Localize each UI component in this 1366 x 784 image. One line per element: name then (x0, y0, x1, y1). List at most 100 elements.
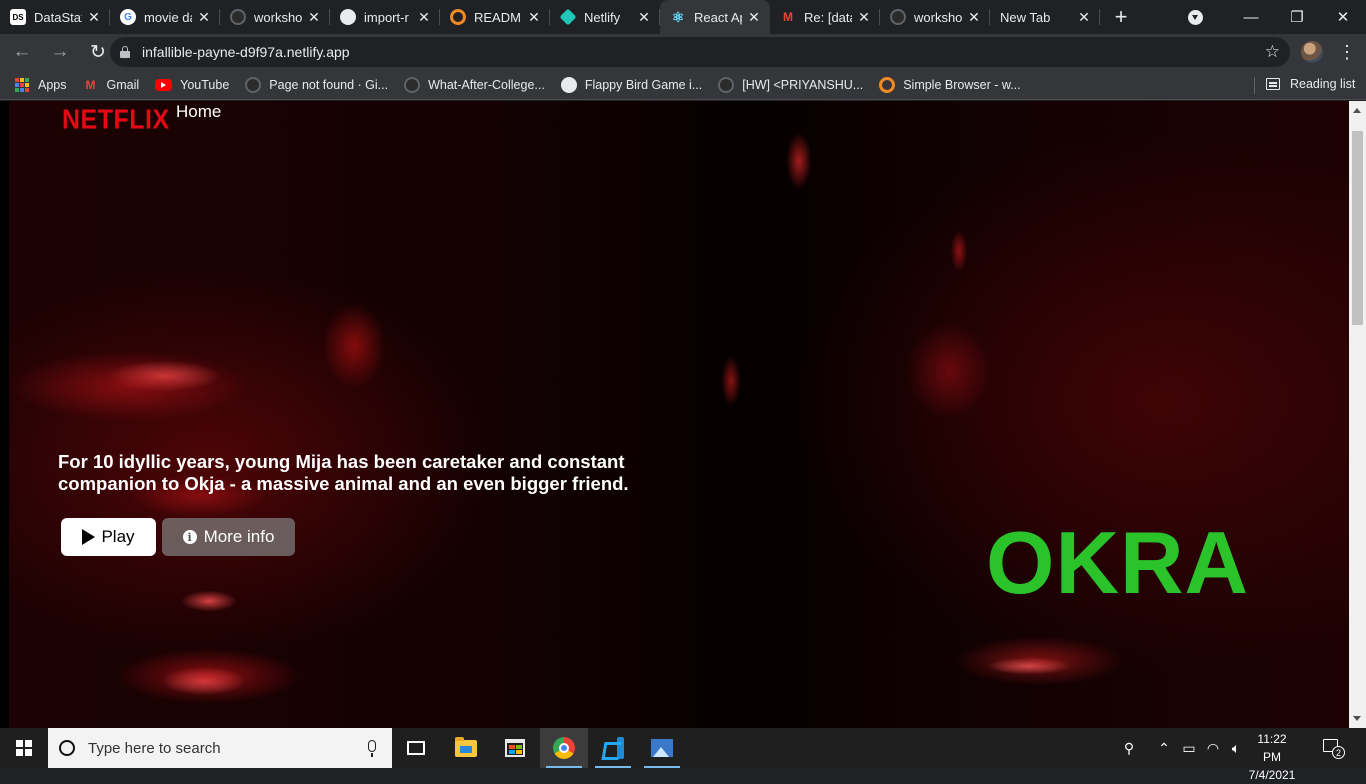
file-explorer-button[interactable] (442, 728, 490, 768)
scroll-thumb[interactable] (1352, 131, 1363, 325)
tab-2[interactable]: Gmovie da ✕ (110, 0, 220, 34)
bookmark-4[interactable]: Page not found · Gi... (237, 71, 396, 99)
tab-title: React Ap (694, 9, 742, 25)
tab-close-icon[interactable]: ✕ (86, 9, 102, 25)
start-button[interactable] (0, 728, 48, 768)
react-icon: ⚛ (671, 8, 685, 25)
volume-icon[interactable]: 🔈︎ (1225, 728, 1247, 768)
minimize-button[interactable]: — (1228, 0, 1274, 34)
google-icon: G (120, 9, 136, 25)
tab-close-icon[interactable]: ✕ (306, 9, 322, 25)
photos-taskbar-button[interactable] (638, 728, 686, 768)
tab-title: DataStax (34, 9, 82, 25)
tab-9[interactable]: worksho ✕ (880, 0, 990, 34)
tab-5[interactable]: README✕ (440, 0, 550, 34)
tab-4[interactable]: import-r ✕ (330, 0, 440, 34)
bookmark-6[interactable]: Flappy Bird Game i... (553, 71, 710, 99)
chrome-taskbar-button[interactable] (540, 728, 588, 768)
windows-taskbar: Type here to search ⚲ ⌃ ▭ ◠ 🔈︎ 11:22 PM … (0, 728, 1366, 782)
bookmark-1[interactable]: Apps (7, 71, 75, 99)
bookmark-label: Apps (38, 77, 67, 92)
taskbar-search-box[interactable]: Type here to search (48, 728, 392, 768)
new-tab-button[interactable]: + (1104, 0, 1138, 34)
tab-close-icon[interactable]: ✕ (196, 9, 212, 25)
people-icon[interactable]: ⚲ (1117, 728, 1141, 768)
wifi-icon[interactable]: ◠ (1202, 728, 1224, 768)
microsoft-store-button[interactable] (491, 728, 539, 768)
netflix-logo[interactable]: NETFLIX (62, 104, 170, 136)
tab-6[interactable]: Netlify ✕ (550, 0, 660, 34)
tab-1[interactable]: DS DataStax✕ (0, 0, 110, 34)
scroll-up-arrow-icon[interactable] (1353, 108, 1361, 113)
github-icon (890, 9, 906, 25)
tab-search-button[interactable] (1178, 0, 1212, 34)
bookmark-label: What-After-College... (428, 77, 545, 92)
bookmark-3[interactable]: YouTube (147, 71, 237, 99)
tab-close-icon[interactable]: ✕ (746, 9, 762, 25)
photos-icon (651, 739, 673, 757)
window-controls: — ❐ ✕ (1178, 0, 1366, 34)
bookmark-label: [HW] <PRIYANSHU... (742, 77, 864, 92)
tab-close-icon[interactable]: ✕ (636, 9, 652, 25)
action-center-button[interactable]: 2 (1320, 736, 1345, 760)
task-view-icon (407, 741, 425, 755)
tab-title: Re: [data (804, 9, 852, 25)
profile-avatar[interactable] (1301, 41, 1323, 63)
nav-home-link[interactable]: Home (176, 102, 221, 122)
page-viewport: NETFLIX Home For 10 idyllic years, young… (0, 101, 1366, 728)
tab-10[interactable]: New Tab ✕ (990, 0, 1100, 34)
globe-icon (340, 9, 356, 25)
tab-3[interactable]: worksho ✕ (220, 0, 330, 34)
tab-7[interactable]: ⚛ React Ap ✕ (660, 0, 770, 34)
battery-icon[interactable]: ▭ (1178, 728, 1200, 768)
bookmark-star-icon[interactable]: ☆ (1265, 42, 1280, 62)
tab-close-icon[interactable]: ✕ (526, 9, 542, 25)
file-explorer-icon (455, 736, 477, 757)
url-text[interactable]: infallible-payne-d9f97a.netlify.app (142, 44, 350, 60)
tab-close-icon[interactable]: ✕ (416, 9, 432, 25)
show-hidden-icons-chevron-icon[interactable]: ⌃ (1153, 728, 1175, 768)
forward-button[interactable]: → (44, 36, 76, 68)
cortana-icon (59, 740, 75, 756)
play-button[interactable]: Play (61, 518, 156, 556)
reading-list-icon (1266, 78, 1280, 90)
bookmark-7[interactable]: [HW] <PRIYANSHU... (710, 71, 871, 99)
tab-close-icon[interactable]: ✕ (1076, 9, 1092, 25)
chrome-menu-button[interactable]: ⋮ (1337, 39, 1357, 65)
tab-close-icon[interactable]: ✕ (966, 9, 982, 25)
vscode-taskbar-button[interactable] (589, 728, 637, 768)
lock-icon[interactable] (120, 46, 130, 58)
close-window-button[interactable]: ✕ (1320, 0, 1366, 34)
play-label: Play (101, 527, 135, 546)
bookmark-8[interactable]: Simple Browser - w... (871, 71, 1028, 99)
bookmark-5[interactable]: What-After-College... (396, 71, 553, 99)
more-info-button[interactable]: i More info (162, 518, 295, 556)
bookmark-2[interactable]: M Gmail (75, 71, 148, 99)
gitbook-icon (879, 76, 896, 93)
gitbook-icon (450, 9, 466, 25)
tabs-container: DSDataStax✕Gmovie da✕worksho✕import-r✕RE… (0, 0, 1100, 34)
restore-button[interactable]: ❐ (1274, 0, 1320, 34)
back-button[interactable]: ← (6, 36, 38, 68)
reading-list-button[interactable]: Reading list (1266, 70, 1355, 98)
page-scrollbar[interactable] (1349, 101, 1366, 728)
scroll-down-arrow-icon[interactable] (1353, 716, 1361, 721)
tab-close-icon[interactable]: ✕ (856, 9, 872, 25)
windows-logo-icon (16, 740, 32, 756)
site-nav: NETFLIX Home (9, 101, 1349, 141)
chrome-icon (553, 737, 575, 759)
github-icon (245, 76, 262, 93)
address-bar[interactable]: infallible-payne-d9f97a.netlify.app ☆ (110, 37, 1290, 67)
microphone-icon[interactable] (368, 740, 376, 757)
github-icon (230, 9, 246, 25)
task-view-button[interactable] (392, 728, 440, 768)
taskbar-clock[interactable]: 11:22 PM 7/4/2021 (1248, 730, 1296, 784)
tab-search-icon (1187, 9, 1203, 25)
tab-title: movie da (144, 9, 192, 25)
gmail-icon: M (783, 10, 793, 24)
bookmark-label: Flappy Bird Game i... (584, 77, 703, 92)
github-icon (404, 76, 421, 93)
tab-title: README (474, 9, 522, 25)
tab-title: Netlify (584, 9, 621, 25)
tab-8[interactable]: M Re: [data ✕ (770, 0, 880, 34)
